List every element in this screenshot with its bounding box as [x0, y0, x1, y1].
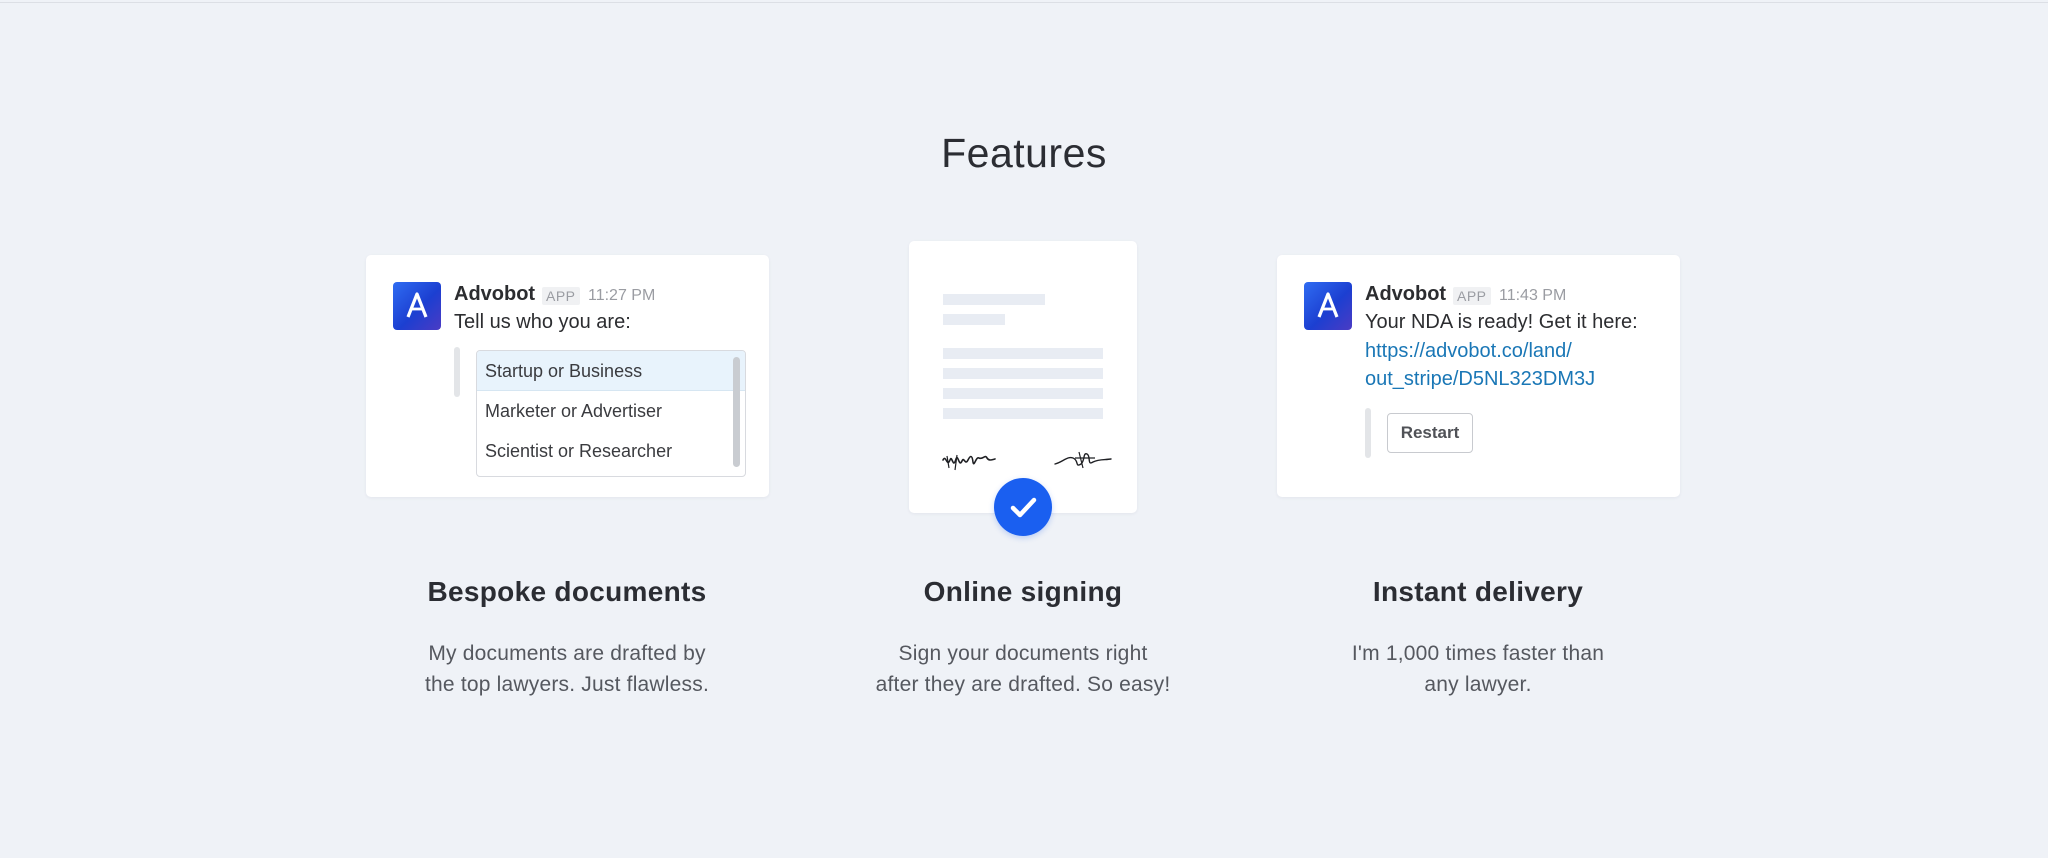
doc-heading-line: [943, 294, 1045, 305]
signature-icon: [942, 454, 996, 471]
attachment-bar: [454, 347, 460, 397]
doc-heading-line: [943, 314, 1005, 325]
chat-preview-card-options: Advobot APP 11:27 PM Tell us who you are…: [366, 255, 769, 497]
feature-desc-signing: Sign your documents right after they are…: [823, 638, 1223, 700]
doc-body-line: [943, 348, 1103, 359]
advobot-avatar: [393, 282, 441, 330]
top-divider: [0, 2, 2048, 3]
feature-desc-bespoke: My documents are drafted by the top lawy…: [367, 638, 767, 700]
list-scrollbar[interactable]: [733, 357, 740, 467]
feature-title-delivery: Instant delivery: [1372, 576, 1584, 607]
message-time: 11:27 PM: [588, 287, 656, 304]
attachment-bar: [1365, 408, 1371, 458]
nda-download-link[interactable]: https://advobot.co/land/: [1365, 337, 1572, 365]
signature-icon: [1054, 451, 1112, 469]
doc-body-line: [943, 368, 1103, 379]
app-tag: APP: [542, 287, 580, 305]
message-text: Tell us who you are:: [454, 311, 631, 333]
feature-desc-line: My documents are drafted by: [428, 642, 706, 665]
advobot-logo-icon: [1317, 292, 1339, 318]
chat-preview-card-delivery: Advobot APP 11:43 PM Your NDA is ready! …: [1277, 255, 1680, 497]
checkmark-icon: [1010, 497, 1037, 518]
feature-desc-line: the top lawyers. Just flawless.: [425, 673, 709, 696]
doc-body-line: [943, 388, 1103, 399]
role-option[interactable]: Marketer or Advertiser: [477, 391, 745, 431]
feature-desc-line: after they are drafted. So easy!: [875, 673, 1171, 696]
section-title: Features: [941, 130, 1107, 176]
feature-desc-line: any lawyer.: [1424, 673, 1532, 696]
feature-title-bespoke: Bespoke documents: [427, 576, 707, 607]
bot-name: Advobot: [454, 283, 536, 305]
role-option[interactable]: Startup or Business: [477, 351, 745, 391]
role-option[interactable]: Scientist or Researcher: [477, 431, 745, 471]
feature-title-signing: Online signing: [923, 576, 1123, 607]
document-preview-card: [909, 241, 1137, 513]
message-text: Your NDA is ready! Get it here:: [1365, 311, 1638, 333]
feature-desc-delivery: I'm 1,000 times faster than any lawyer.: [1278, 638, 1678, 700]
advobot-logo-icon: [406, 292, 428, 318]
signed-check-badge: [994, 478, 1052, 536]
bot-name: Advobot: [1365, 283, 1447, 305]
role-select-list[interactable]: Startup or Business Marketer or Advertis…: [476, 350, 746, 477]
app-tag: APP: [1453, 287, 1491, 305]
feature-desc-line: Sign your documents right: [898, 642, 1148, 665]
restart-button[interactable]: Restart: [1387, 413, 1473, 453]
feature-desc-line: I'm 1,000 times faster than: [1351, 642, 1605, 665]
message-time: 11:43 PM: [1499, 287, 1567, 304]
nda-download-link[interactable]: out_stripe/D5NL323DM3J: [1365, 365, 1595, 393]
doc-body-line: [943, 408, 1103, 419]
advobot-avatar: [1304, 282, 1352, 330]
